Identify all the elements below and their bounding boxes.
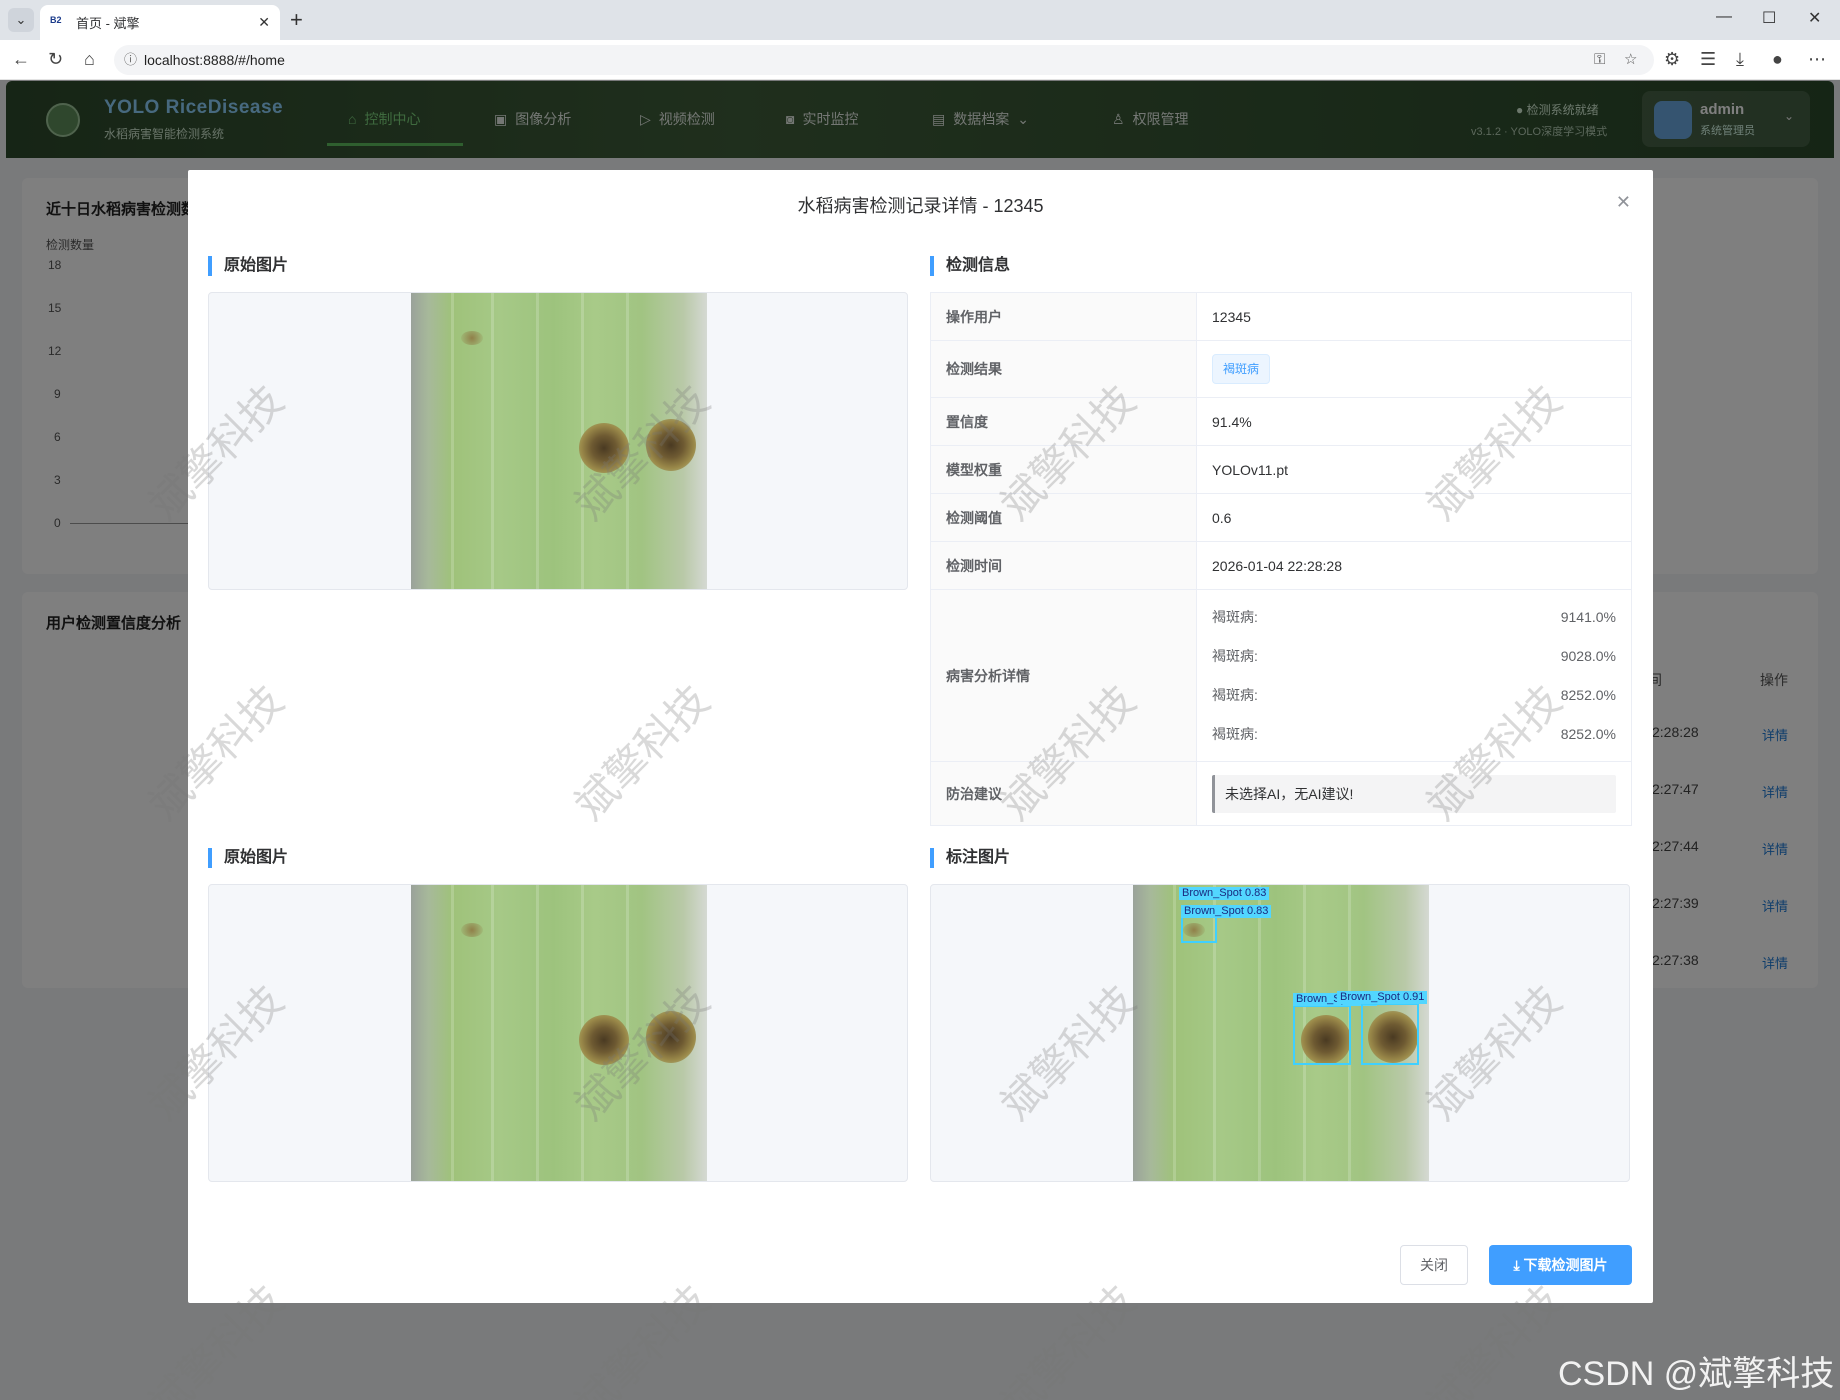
original-image-box[interactable] [208,292,908,590]
info-label: 检测结果 [930,340,1197,398]
leaf-vein [1173,885,1176,1181]
site-info-icon[interactable]: ⓘ [124,45,137,75]
detail-item: 褐斑病: 8252.0% [1212,715,1616,754]
minimize-icon[interactable]: — [1716,8,1732,26]
bounding-box [1293,1005,1351,1065]
home-icon[interactable]: ⌂ [84,49,95,70]
lesion-spot [646,1011,696,1063]
back-icon[interactable]: ← [12,49,30,70]
section-original-image-2: 原始图片 [208,848,288,868]
lesion-spot [579,1015,629,1065]
profile-icon[interactable]: ● [1772,49,1783,70]
leaf-vein [451,885,454,1181]
advice-box: 未选择AI，无AI建议! [1212,774,1616,813]
leaf-vein [491,293,494,589]
csdn-watermark: CSDN @斌擎科技 [1558,1355,1835,1393]
url-text: localhost:8888/#/home [144,52,285,68]
info-label: 防治建议 [930,761,1197,826]
original-leaf-image [411,885,707,1181]
detail-name: 褐斑病: [1212,686,1258,703]
detail-name: 褐斑病: [1212,608,1258,625]
result-tag: 褐斑病 [1212,354,1271,384]
info-label: 置信度 [930,397,1197,446]
dialog-title: 水稻病害检测记录详情 - 12345 [797,196,1044,216]
leaf-vein [491,885,494,1181]
lesion-spot [579,423,629,473]
detection-info-table: 操作用户 12345 检测结果 褐斑病 置信度 91.4% 模型权重 YOLOv11.p… [930,292,1632,826]
bbox-label: Brown_Spot 0.83 [1181,905,1272,918]
info-time-value: 2026-01-04 22:28:28 [1196,541,1632,590]
detail-name: 褐斑病: [1212,725,1258,742]
browser-tabbar: ⌄ B2 首页 - 斌擎 ✕ + — ☐ ✕ [0,0,1840,40]
info-label: 操作用户 [930,292,1197,341]
info-label: 模型权重 [930,445,1197,494]
bbox-label: Brown_Spot 0.91 [1337,991,1428,1004]
section-original-image: 原始图片 [208,256,288,276]
bounding-box [1361,1003,1419,1065]
annotated-image-box[interactable]: Brown_Spot 0.83 Brown_Spot 0.83 Brown_Sp… [930,884,1630,1182]
detail-value: 9028.0% [1560,647,1616,664]
detail-value: 9141.0% [1560,608,1616,625]
tab-close-icon[interactable]: ✕ [258,14,270,31]
maximize-icon[interactable]: ☐ [1762,8,1776,28]
close-icon[interactable]: ✕ [1616,192,1631,213]
leaf-speck [461,923,483,937]
info-threshold-value: 0.6 [1196,493,1632,542]
tab-title: 首页 - 斌擎 [76,16,140,31]
info-label: 检测时间 [930,541,1197,590]
detail-value: 8252.0% [1560,725,1616,742]
annotated-leaf-image: Brown_Spot 0.83 Brown_Spot 0.83 Brown_Sp… [1133,885,1429,1181]
url-field[interactable]: ⓘ localhost:8888/#/home ⚿ ☆ [114,45,1654,75]
info-user-value: 12345 [1196,292,1632,341]
download-button-label: 下载检测图片 [1523,1257,1608,1273]
browser-tab[interactable]: B2 首页 - 斌擎 ✕ [40,5,280,40]
address-bar-row: ← ↻ ⌂ ⓘ localhost:8888/#/home ⚿ ☆ ⚙ ☰ ⤓ … [0,40,1840,80]
reload-icon[interactable]: ↻ [48,49,63,70]
leaf-vein [451,293,454,589]
detail-item: 褐斑病: 9028.0% [1212,637,1616,676]
new-tab-icon[interactable]: + [290,7,303,33]
more-icon[interactable]: ⋯ [1808,49,1826,70]
download-image-button[interactable]: ⤓ 下载检测图片 [1489,1245,1632,1285]
download-icon[interactable]: ⤓ [1736,49,1744,70]
section-annotated-image: 标注图片 [930,848,1010,868]
detail-item: 褐斑病: 8252.0% [1212,676,1616,715]
window-close-icon[interactable]: ✕ [1808,8,1821,28]
tab-list-button[interactable]: ⌄ [8,8,34,32]
bbox-label: Brown_Spot 0.83 [1179,887,1270,900]
original-image-box-2[interactable] [208,884,908,1182]
leaf-speck [461,331,483,345]
info-label: 病害分析详情 [930,589,1197,762]
download-icon: ⤓ [1513,1257,1524,1273]
favorites-icon[interactable]: ☰ [1700,49,1716,70]
extensions-icon[interactable]: ⚙ [1664,49,1680,70]
original-leaf-image [411,293,707,589]
leaf-vein [1258,885,1261,1181]
leaf-vein [536,293,539,589]
section-detection-info: 检测信息 [930,256,1010,276]
detail-value: 8252.0% [1560,686,1616,703]
record-detail-dialog: 水稻病害检测记录详情 - 12345 ✕ 原始图片 检测信息 操作用户 12345… [188,170,1653,1303]
key-icon[interactable]: ⚿ [1594,45,1605,75]
lesion-spot [646,419,696,471]
detail-name: 褐斑病: [1212,647,1258,664]
favorite-star-icon[interactable]: ☆ [1624,45,1637,75]
close-button[interactable]: 关闭 [1400,1245,1468,1285]
detail-item: 褐斑病: 9141.0% [1212,598,1616,637]
info-confidence-value: 91.4% [1196,397,1632,446]
info-label: 检测阈值 [930,493,1197,542]
info-model-value: YOLOv11.pt [1196,445,1632,494]
tab-favicon-icon: B2 [50,14,62,25]
leaf-vein [536,885,539,1181]
